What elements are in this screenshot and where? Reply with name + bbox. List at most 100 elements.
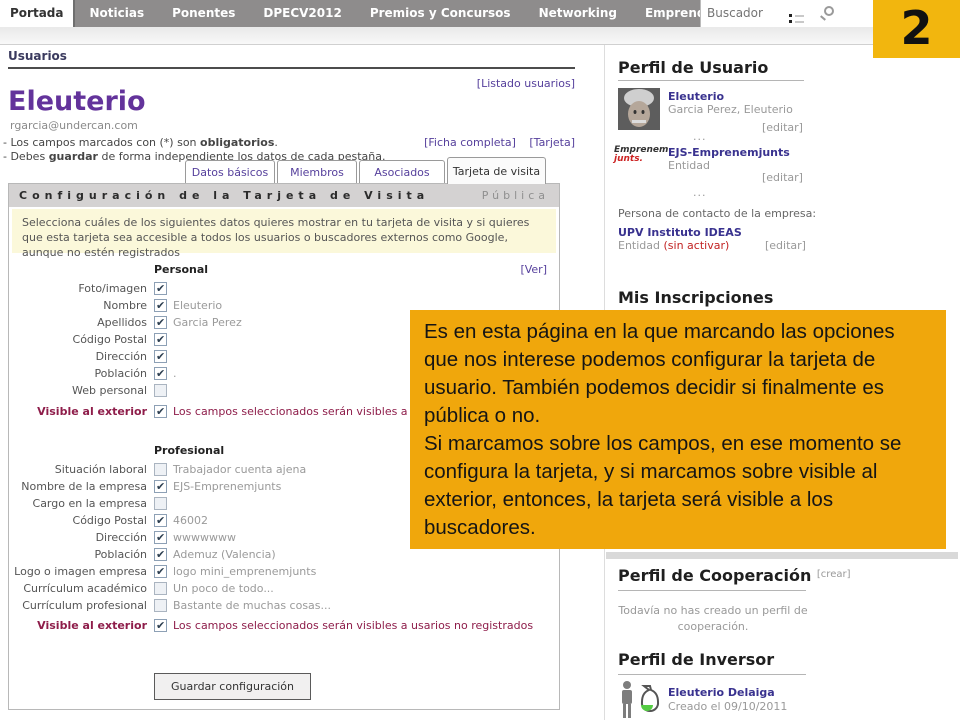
checkbox[interactable] [154,514,167,527]
tab-tarjeta-de-visita[interactable]: Tarjeta de visita [447,157,546,184]
save-configuration-button[interactable]: Guardar configuración [154,673,311,700]
sidebar-user-subtitle: Garcia Perez, Eleuterio [668,103,793,116]
sidebar-entity-subtitle: Entidad [668,159,710,172]
panel-title: Configuración de la Tarjeta de Visita [19,189,429,202]
perfil-inversor-title: Perfil de Inversor [618,650,774,669]
checkbox[interactable] [154,619,167,632]
field-label: Logo o imagen empresa [9,565,147,578]
user-avatar [618,88,660,130]
checkbox[interactable] [154,384,167,397]
field-label: Cargo en la empresa [9,497,147,510]
toolbar-strip [0,27,873,45]
nav-item-networking[interactable]: Networking [525,0,631,27]
field-label: Currículum académico [9,582,147,595]
section-divider [8,67,575,69]
sidebar-entity-link[interactable]: EJS-Emprenemjunts [668,146,790,159]
checkbox[interactable] [154,350,167,363]
listado-usuarios-link[interactable]: [Listado usuarios] [465,77,575,90]
editar-link[interactable]: [editar] [762,171,803,184]
sin-activar-flag: (sin activar) [664,239,730,252]
search-box [700,0,848,27]
visible-exterior-text: Los campos seleccionados serán visibles … [173,619,533,632]
field-value: logo mini_emprenemjunts [173,565,316,578]
panel-header: Configuración de la Tarjeta de Visita Pú… [9,184,559,207]
section-strip [606,552,958,559]
callout-paragraph-1: Es en esta página en la que marcando las… [424,318,932,430]
checkbox[interactable] [154,463,167,476]
checkbox[interactable] [154,333,167,346]
header-links: [Ficha completa] [Tarjeta] [400,136,575,149]
checkbox[interactable] [154,316,167,329]
breadcrumb-section-title: Usuarios [8,49,67,63]
mis-inscripciones-title: Mis Inscripciones [618,288,773,307]
form-row: Currículum académicoUn poco de todo... [9,580,559,597]
field-label: Nombre de la empresa [9,480,147,493]
panel-status-publica: Pública [482,189,549,202]
nav-item-dpecv2012[interactable]: DPECV2012 [249,0,355,27]
list-toggle-icon[interactable] [789,14,807,29]
field-value: Bastante de muchas cosas... [173,599,331,612]
divider [618,80,804,81]
mandatory-fields-note: - Los campos marcados con (*) son obliga… [3,136,278,149]
form-row: Currículum profesional Bastante de muchas… [9,597,559,614]
cooperacion-empty-text: Todavía no has creado un perfil de coope… [618,603,808,635]
field-label: Código Postal [9,514,147,527]
checkbox[interactable] [154,299,167,312]
field-label: Dirección [9,531,147,544]
field-label: Web personal [9,384,147,397]
checkbox[interactable] [154,531,167,544]
editar-link[interactable]: [editar] [765,239,806,252]
more-link[interactable]: ... [693,130,707,143]
field-value: . [173,367,177,380]
inversor-created-date: Creado el 09/10/2011 [668,700,787,713]
field-label: Currículum profesional [9,599,147,612]
field-value: Eleuterio [173,299,222,312]
more-link[interactable]: ... [693,186,707,199]
checkbox[interactable] [154,282,167,295]
nav-item-noticias[interactable]: Noticias [75,0,158,27]
search-input[interactable] [701,0,801,25]
field-label: Población [9,367,147,380]
ficha-completa-link[interactable]: [Ficha completa] [424,136,516,149]
contact-status: Entidad (sin activar) [618,239,729,252]
checkbox[interactable] [154,565,167,578]
checkbox[interactable] [154,367,167,380]
personal-section-title: Personal [154,263,208,276]
search-icon[interactable] [824,6,834,16]
checkbox[interactable] [154,599,167,612]
perfil-usuario-title: Perfil de Usuario [618,58,768,77]
editar-link[interactable]: [editar] [762,121,803,134]
sidebar-user-link[interactable]: Eleuterio [668,90,724,103]
ver-link[interactable]: [Ver] [520,263,547,276]
nav-item-ponentes[interactable]: Ponentes [158,0,249,27]
field-label: Situación laboral [9,463,147,476]
checkbox[interactable] [154,480,167,493]
tab-miembros[interactable]: Miembros [277,160,357,183]
field-label: Apellidos [9,316,147,329]
checkbox[interactable] [154,405,167,418]
contact-label: Persona de contacto de la empresa: [618,207,816,220]
checkbox[interactable] [154,582,167,595]
user-email: rgarcia@undercan.com [10,119,138,132]
nav-item-portada[interactable]: Portada [0,0,75,27]
crear-link[interactable]: [crear] [817,569,851,580]
field-value: wwwwwww [173,531,236,544]
form-row: Foto/imagen [9,280,559,297]
field-value: Garcia Perez [173,316,242,329]
slide-number-badge: 2 [873,0,960,58]
tab-datos-basicos[interactable]: Datos básicos [185,160,275,183]
visible-exterior-row: Visible al exterior Los campos selecciona… [9,617,559,634]
divider [618,590,806,591]
tarjeta-link[interactable]: [Tarjeta] [529,136,575,149]
inversor-profile-link[interactable]: Eleuterio Delaiga [668,686,775,699]
tutorial-callout: Es en esta página en la que marcando las… [410,310,946,549]
field-label: Foto/imagen [9,282,147,295]
field-value: EJS-Emprenemjunts [173,480,281,493]
tab-asociados[interactable]: Asociados [359,160,445,183]
visible-exterior-label: Visible al exterior [9,619,147,632]
nav-item-premios[interactable]: Premios y Concursos [356,0,525,27]
contact-entity-link[interactable]: UPV Instituto IDEAS [618,226,742,239]
field-label: Población [9,548,147,561]
checkbox[interactable] [154,548,167,561]
checkbox[interactable] [154,497,167,510]
